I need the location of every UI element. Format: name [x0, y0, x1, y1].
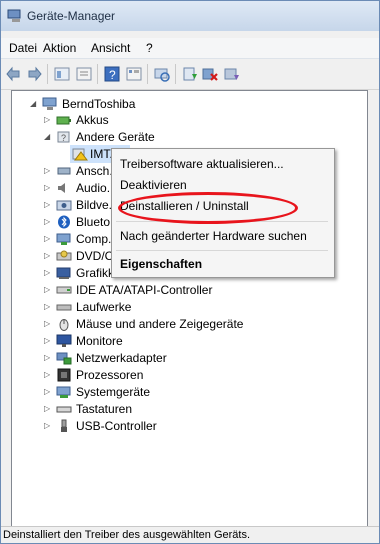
battery-icon	[56, 113, 72, 127]
tree-item-label: Systemgeräte	[76, 385, 151, 399]
tree-item[interactable]: ▷ USB-Controller	[44, 417, 344, 435]
expand-arrow-icon[interactable]: ▷	[44, 230, 54, 248]
menu-item-properties[interactable]: Eigenschaften	[120, 257, 202, 271]
menu-aktion[interactable]: Aktion	[43, 41, 76, 55]
svg-text:?: ?	[61, 133, 66, 143]
uninstall-icon[interactable]	[201, 65, 219, 83]
expand-arrow-icon[interactable]: ▷	[44, 366, 54, 384]
imaging-icon	[56, 198, 72, 212]
expand-arrow-icon[interactable]: ▷	[44, 111, 54, 129]
dvd-icon	[56, 249, 72, 263]
forward-icon[interactable]	[25, 65, 43, 83]
expand-arrow-icon[interactable]: ▷	[44, 213, 54, 231]
disk-drive-icon	[56, 300, 72, 314]
tree-item[interactable]: ▷ Monitore	[44, 332, 344, 350]
tree-item-label: Akkus	[76, 113, 109, 127]
tree-item[interactable]: ▷ Systemgeräte	[44, 383, 344, 401]
expand-arrow-icon[interactable]: ▷	[44, 162, 54, 180]
port-icon	[56, 164, 72, 178]
network-adapter-icon	[56, 351, 72, 365]
expand-arrow-icon[interactable]: ▷	[44, 417, 54, 435]
details-view-icon[interactable]	[125, 65, 143, 83]
mouse-icon	[56, 317, 72, 331]
tree-item-label: Monitore	[76, 334, 123, 348]
tree-item-label: Netzwerkadapter	[76, 351, 167, 365]
expand-arrow-icon[interactable]: ▷	[44, 298, 54, 316]
expand-arrow-icon[interactable]: ▷	[44, 264, 54, 282]
menu-datei[interactable]: Datei	[9, 41, 37, 55]
menu-item-update-driver[interactable]: Treibersoftware aktualisieren...	[120, 157, 284, 171]
window-title: Geräte-Manager	[27, 9, 116, 23]
audio-icon	[56, 181, 72, 195]
tree-item-label: USB-Controller	[76, 419, 157, 433]
menu-bar: Datei Aktion Ansicht ?	[1, 38, 379, 59]
tree-item[interactable]: ▷ Tastaturen	[44, 400, 344, 418]
tree-item[interactable]: ▷ Akkus	[44, 111, 344, 129]
device-manager-icon	[7, 9, 23, 23]
help-icon[interactable]: ?	[103, 65, 121, 83]
menu-item-scan-hardware[interactable]: Nach geänderter Hardware suchen	[120, 229, 307, 243]
expand-arrow-icon[interactable]: ▷	[44, 332, 54, 350]
back-icon[interactable]	[5, 65, 23, 83]
collapse-arrow-icon[interactable]: ◢	[30, 95, 40, 113]
menu-separator	[116, 250, 328, 251]
toolbar-separator	[175, 64, 176, 84]
tree-item-label: Tastaturen	[76, 402, 133, 416]
warning-device-icon	[72, 147, 88, 161]
expand-arrow-icon[interactable]: ▷	[44, 281, 54, 299]
tree-item[interactable]: ▷ IDE ATA/ATAPI-Controller	[44, 281, 344, 299]
menu-ansicht[interactable]: Ansicht	[91, 41, 130, 55]
tree-item-label: Prozessoren	[76, 368, 144, 382]
unknown-device-icon: ?	[56, 130, 72, 144]
tree-item[interactable]: ▷ Laufwerke	[44, 298, 344, 316]
tree-item[interactable]: ◢ ? Andere Geräte	[44, 128, 344, 146]
tree-item[interactable]: ▷ Netzwerkadapter	[44, 349, 344, 367]
computer-icon	[56, 232, 72, 246]
expand-arrow-icon[interactable]: ▷	[44, 383, 54, 401]
usb-icon	[56, 419, 72, 433]
collapse-arrow-icon[interactable]: ◢	[44, 128, 54, 146]
system-device-icon	[56, 385, 72, 399]
tree-item-label: Mäuse und andere Zeigegeräte	[76, 317, 244, 331]
properties-view-icon[interactable]	[53, 65, 71, 83]
processor-icon	[56, 368, 72, 382]
toolbar: ?	[1, 59, 379, 90]
highlight-ring	[118, 192, 298, 224]
expand-arrow-icon[interactable]: ▷	[44, 349, 54, 367]
update-driver-icon[interactable]	[181, 65, 199, 83]
toolbar-separator	[47, 64, 48, 84]
device-manager-window: Geräte-Manager Datei Aktion Ansicht ? ?	[0, 0, 380, 544]
list-view-icon[interactable]	[75, 65, 93, 83]
display-adapter-icon	[56, 266, 72, 280]
keyboard-icon	[56, 402, 72, 416]
monitor-icon	[56, 334, 72, 348]
menu-help[interactable]: ?	[146, 41, 153, 55]
expand-arrow-icon[interactable]: ▷	[44, 196, 54, 214]
expand-arrow-icon[interactable]: ▷	[44, 400, 54, 418]
tree-item[interactable]: ▷ Mäuse und andere Zeigegeräte	[44, 315, 344, 333]
scan-hardware-icon[interactable]	[153, 65, 171, 83]
status-text: Deinstalliert den Treiber des ausgewählt…	[3, 529, 251, 541]
title-bar[interactable]: Geräte-Manager	[1, 1, 379, 31]
ide-controller-icon	[56, 283, 72, 297]
expand-arrow-icon[interactable]: ▷	[44, 315, 54, 333]
bluetooth-icon	[56, 215, 72, 229]
tree-item-label: Andere Geräte	[76, 130, 155, 144]
toolbar-separator	[147, 64, 148, 84]
tree-item-label: IDE ATA/ATAPI-Controller	[76, 283, 213, 297]
toolbar-separator	[97, 64, 98, 84]
tree-item[interactable]: ▷ Prozessoren	[44, 366, 344, 384]
disable-icon[interactable]	[223, 65, 241, 83]
expand-arrow-icon[interactable]: ▷	[44, 179, 54, 197]
computer-icon	[42, 97, 58, 111]
tree-item-label: Laufwerke	[76, 300, 132, 314]
svg-text:?: ?	[109, 68, 116, 82]
status-bar: Deinstalliert den Treiber des ausgewählt…	[1, 526, 379, 543]
expand-arrow-icon[interactable]: ▷	[44, 247, 54, 265]
menu-item-disable[interactable]: Deaktivieren	[120, 178, 187, 192]
